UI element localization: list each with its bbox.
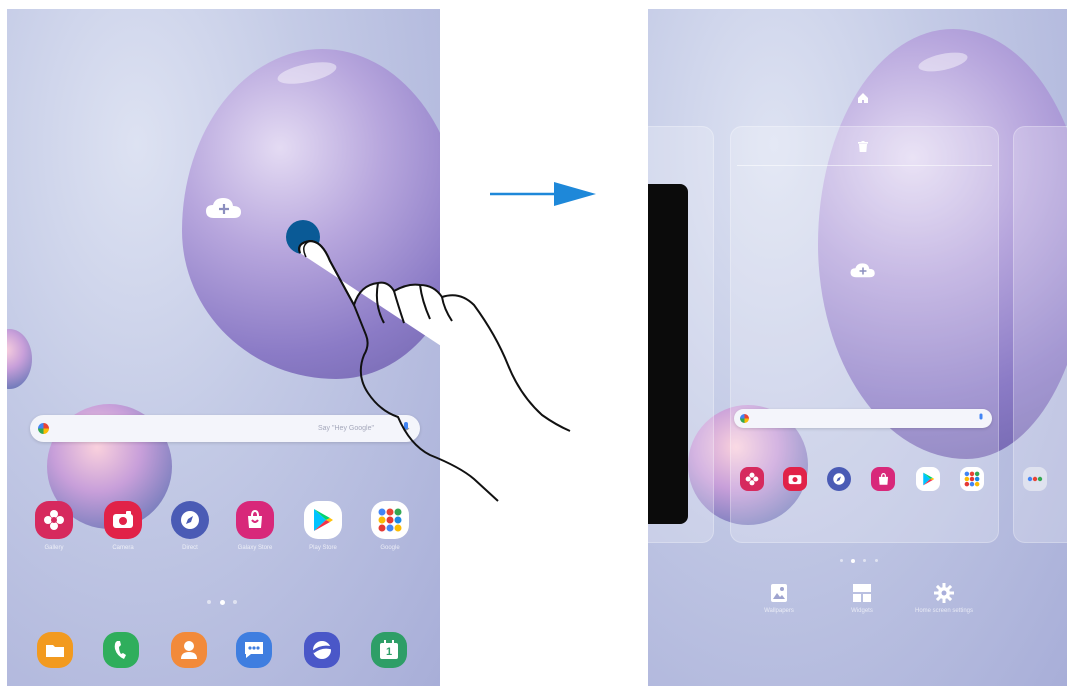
app-galaxy-store[interactable] (871, 467, 895, 491)
widgets-button[interactable] (844, 575, 880, 611)
internet-icon (312, 641, 333, 659)
app-camera[interactable] (104, 501, 142, 539)
compass-icon (181, 511, 199, 529)
app-camera[interactable] (783, 467, 807, 491)
wallpapers-label: Wallpapers (764, 608, 794, 614)
app-direct[interactable] (827, 467, 851, 491)
widgets-label: Widgets (851, 608, 873, 614)
home-screen-settings-label: Home screen settings (914, 608, 974, 614)
google-logo-icon (38, 423, 49, 434)
app-google-folder[interactable] (960, 467, 984, 491)
app-phone[interactable] (103, 632, 139, 668)
app-label: Play Store (309, 545, 337, 551)
app-folder-next-page[interactable] (1023, 467, 1047, 491)
home-icon[interactable] (857, 92, 869, 104)
page-indicator[interactable] (840, 559, 843, 562)
app-galaxy-store[interactable] (236, 501, 274, 539)
page-indicator[interactable] (863, 559, 866, 562)
trash-icon[interactable] (858, 141, 868, 152)
google-logo-icon (740, 414, 749, 423)
page-indicator-active[interactable] (220, 600, 225, 605)
page-indicator[interactable] (875, 559, 878, 562)
folder-icon (1027, 476, 1043, 482)
camera-icon (788, 475, 802, 485)
app-contacts[interactable] (171, 632, 207, 668)
messages-icon (245, 642, 263, 658)
google-folder-icon (378, 508, 402, 532)
app-gallery[interactable] (740, 467, 764, 491)
google-folder-icon (964, 471, 980, 487)
home-screen-edit-mode: Wallpapers Widgets Home screen settings (648, 9, 1067, 686)
folder-icon (46, 645, 64, 657)
page-preview-current[interactable] (730, 126, 999, 543)
store-icon (248, 510, 262, 528)
search-bar[interactable] (734, 409, 992, 428)
app-internet[interactable] (304, 632, 340, 668)
play-store-icon (314, 509, 333, 531)
widgets-icon (853, 584, 871, 602)
gear-icon (934, 583, 954, 603)
app-direct[interactable] (171, 501, 209, 539)
store-icon (878, 472, 888, 485)
app-google-folder[interactable] (371, 501, 409, 539)
app-calendar[interactable]: 1 (371, 632, 407, 668)
app-my-files[interactable] (37, 632, 73, 668)
play-store-icon (922, 472, 934, 486)
app-messages[interactable] (236, 632, 272, 668)
hand-gesture-illustration (286, 220, 571, 502)
app-label: Galaxy Store (237, 545, 273, 551)
gallery-icon (745, 472, 759, 486)
home-screen-settings-button[interactable] (926, 575, 962, 611)
wallpaper-icon (771, 584, 787, 602)
app-gallery[interactable] (35, 501, 73, 539)
app-label: Camera (112, 545, 134, 551)
page-indicator[interactable] (233, 600, 237, 604)
page-indicator-active[interactable] (851, 559, 855, 563)
phone-icon (114, 641, 126, 659)
app-label: Google (380, 545, 400, 551)
app-label: Direct (182, 545, 198, 551)
arrow-right-icon (490, 182, 596, 206)
app-play-store[interactable] (304, 501, 342, 539)
app-label: Gallery (44, 545, 64, 551)
cloud-add-icon[interactable] (204, 196, 244, 222)
blank-page-panel[interactable] (648, 184, 688, 524)
compass-icon (833, 473, 845, 485)
gallery-icon (44, 510, 64, 530)
wallpapers-button[interactable] (761, 575, 797, 611)
mic-icon[interactable] (978, 413, 984, 423)
contacts-icon (181, 641, 197, 659)
camera-icon (113, 511, 133, 528)
calendar-day: 1 (385, 645, 393, 658)
app-play-store[interactable] (916, 467, 940, 491)
page-indicator[interactable] (207, 600, 211, 604)
cloud-add-icon[interactable] (849, 262, 877, 280)
